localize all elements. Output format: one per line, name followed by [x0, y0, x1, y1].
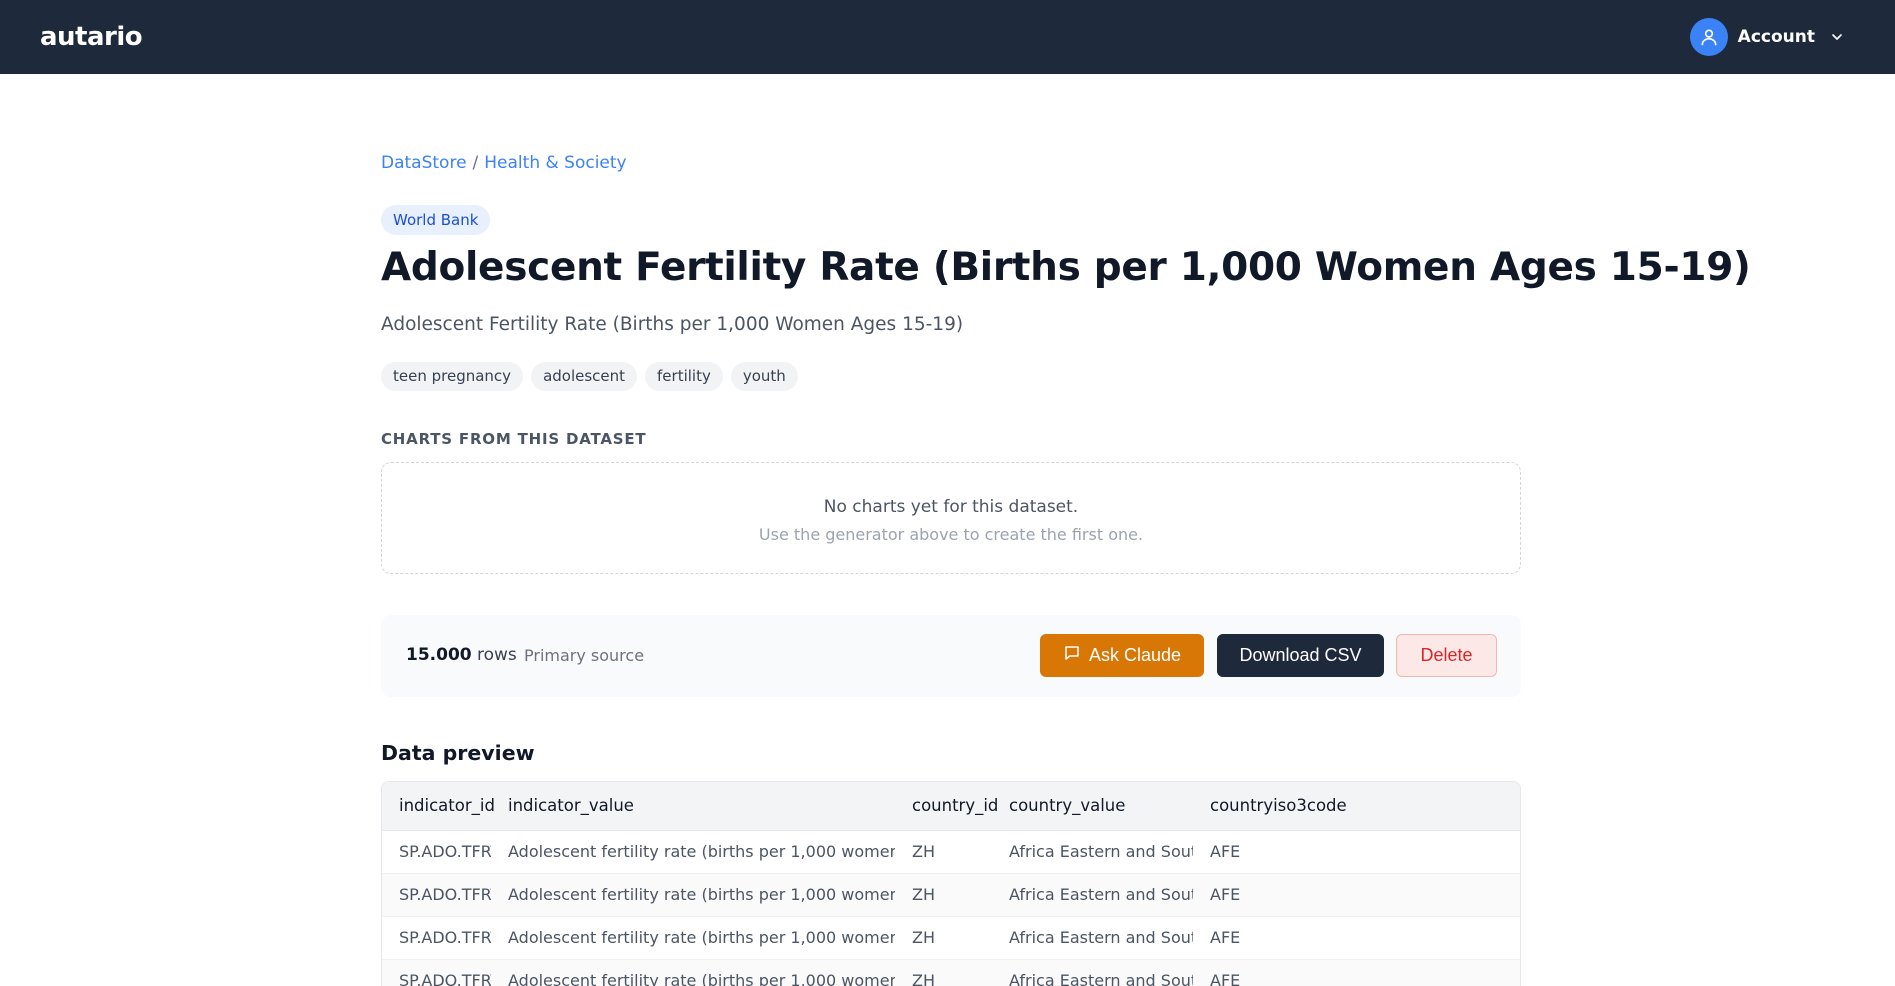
page-subtitle: Adolescent Fertility Rate (Births per 1,…: [381, 314, 964, 335]
charts-section-label: CHARTS FROM THIS DATASET: [381, 430, 647, 448]
table-cell: Africa Eastern and Southern: [992, 916, 1193, 960]
tag-chip[interactable]: fertility: [645, 362, 723, 391]
table-cell: Adolescent fertility rate (births per 1,…: [491, 873, 895, 917]
ask-claude-button[interactable]: Ask Claude: [1040, 634, 1204, 677]
account-label: Account: [1737, 27, 1815, 47]
delete-button[interactable]: Delete: [1396, 634, 1497, 677]
row-count: 15.000 rows: [406, 645, 517, 665]
table-cell: SP.ADO.TFRT: [382, 959, 491, 986]
row-count-label: rows: [477, 645, 517, 665]
table-row: SP.ADO.TFRT Adolescent fertility rate (b…: [382, 873, 1520, 917]
column-header[interactable]: countryiso3code: [1193, 782, 1520, 831]
table-cell: Africa Eastern and Southern: [992, 873, 1193, 917]
table-row: SP.ADO.TFRT Adolescent fertility rate (b…: [382, 959, 1520, 986]
chevron-down-icon: [1829, 29, 1845, 45]
table-cell: ZH: [895, 916, 992, 960]
charts-empty-state: No charts yet for this dataset. Use the …: [381, 462, 1521, 574]
breadcrumb: DataStore / Health & Society: [381, 153, 627, 173]
table-cell: AFE: [1193, 830, 1520, 874]
table-cell: ZH: [895, 830, 992, 874]
breadcrumb-category-link[interactable]: Health & Society: [484, 153, 626, 173]
primary-source-label: Primary source: [524, 646, 645, 665]
column-header[interactable]: indicator_value: [491, 782, 895, 831]
ask-claude-label: Ask Claude: [1088, 645, 1182, 665]
table-cell: AFE: [1193, 916, 1520, 960]
dataset-info-bar: 15.000 rows Primary source Ask Claude Do…: [381, 615, 1521, 697]
user-icon: [1689, 18, 1728, 56]
table-row: SP.ADO.TFRT Adolescent fertility rate (b…: [382, 916, 1520, 960]
autario-logo[interactable]: autario: [40, 22, 143, 52]
breadcrumb-separator: /: [472, 153, 479, 173]
column-header[interactable]: country_value: [992, 782, 1193, 831]
table-cell: AFE: [1193, 873, 1520, 917]
row-count-value: 15.000: [406, 645, 472, 665]
data-preview-title: Data preview: [381, 741, 535, 765]
table-cell: SP.ADO.TFRT: [382, 916, 491, 960]
empty-state-title: No charts yet for this dataset.: [823, 497, 1079, 517]
page-title: Adolescent Fertility Rate (Births per 1,…: [381, 245, 1751, 290]
tag-chip[interactable]: youth: [730, 362, 798, 391]
table-cell: Adolescent fertility rate (births per 1,…: [491, 916, 895, 960]
empty-state-subtitle: Use the generator above to create the fi…: [758, 525, 1144, 544]
data-preview-table: indicator_id indicator_value country_id …: [381, 781, 1521, 986]
table-cell: SP.ADO.TFRT: [382, 873, 491, 917]
tag-chip[interactable]: adolescent: [531, 362, 638, 391]
column-header[interactable]: country_id: [895, 782, 998, 831]
table-cell: ZH: [895, 873, 992, 917]
chat-bubble-icon: [1063, 644, 1081, 667]
table-cell: Adolescent fertility rate (births per 1,…: [491, 830, 895, 874]
source-badge: World Bank: [381, 205, 491, 235]
table-row: SP.ADO.TFRT Adolescent fertility rate (b…: [382, 830, 1520, 874]
table-cell: SP.ADO.TFRT: [382, 830, 491, 874]
breadcrumb-datastore-link[interactable]: DataStore: [381, 153, 467, 173]
table-cell: Adolescent fertility rate (births per 1,…: [491, 959, 895, 986]
tag-chip[interactable]: teen pregnancy: [381, 362, 524, 391]
column-header[interactable]: indicator_id: [382, 782, 495, 831]
tag-list: teen pregnancy adolescent fertility yout…: [381, 362, 798, 391]
table-cell: ZH: [895, 959, 992, 986]
table-cell: Africa Eastern and Southern: [992, 959, 1193, 986]
download-csv-button[interactable]: Download CSV: [1217, 634, 1384, 677]
table-cell: AFE: [1193, 959, 1520, 986]
account-menu-button[interactable]: Account: [1689, 18, 1845, 56]
top-navbar: autario Account: [0, 0, 1895, 74]
table-cell: Africa Eastern and Southern: [992, 830, 1193, 874]
table-header-row: indicator_id indicator_value country_id …: [382, 782, 1520, 831]
